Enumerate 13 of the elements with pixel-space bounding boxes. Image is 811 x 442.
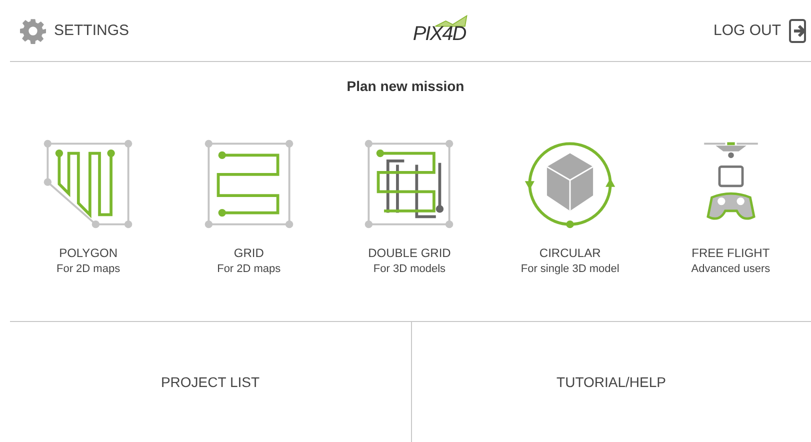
- mission-option[interactable]: CIRCULAR For single 3D model: [520, 136, 620, 275]
- logout-icon: [789, 18, 809, 42]
- section-title: Plan new mission: [346, 77, 466, 94]
- settings-icon: [20, 18, 46, 44]
- mission-option[interactable]: DOUBLE GRID For 3D models: [361, 136, 458, 275]
- mission-option[interactable]: FREE FLIGHT Advanced users: [682, 136, 779, 275]
- menu-button[interactable]: TUTORIAL/HELP: [410, 322, 811, 442]
- logout-button[interactable]: LOG OUT: [703, 18, 811, 42]
- settings-button[interactable]: SETTINGS: [10, 18, 140, 44]
- logo: PIX4D: [406, 14, 473, 48]
- mission-option[interactable]: GRID For 2D maps: [200, 136, 297, 275]
- mission-option[interactable]: POLYGON For 2D maps: [40, 136, 136, 275]
- menu-button[interactable]: PROJECT LIST: [10, 322, 410, 442]
